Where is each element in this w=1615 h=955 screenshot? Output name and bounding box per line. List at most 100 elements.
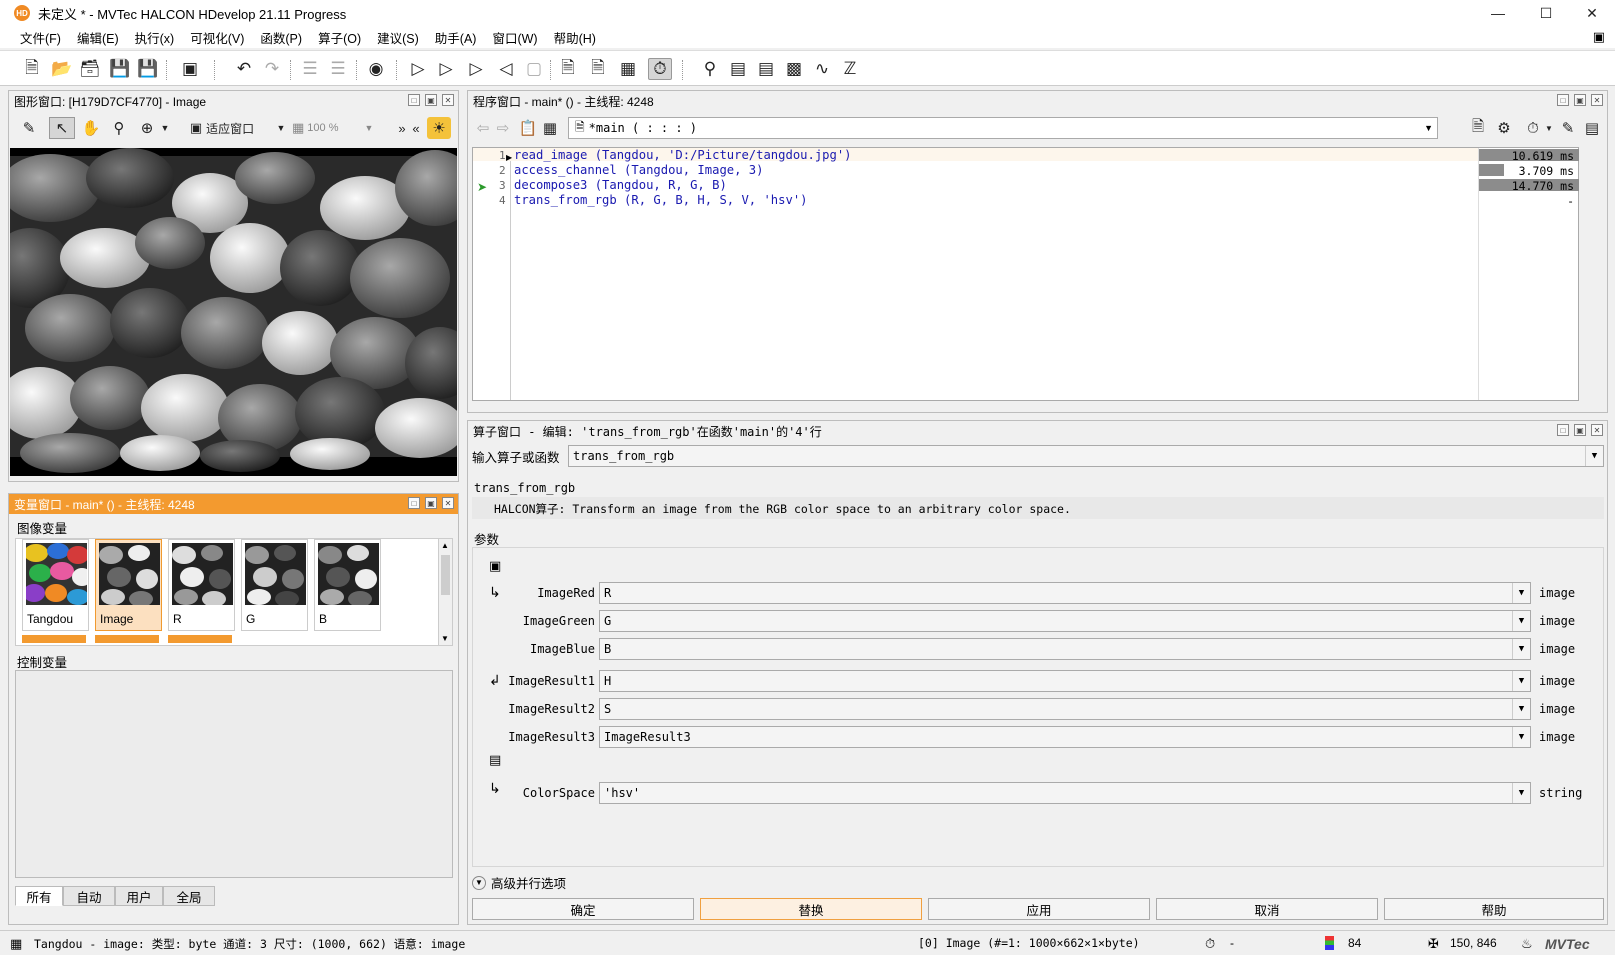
pin-icon[interactable]: ▣ [1593, 29, 1605, 45]
dropdown-icon[interactable]: ▼ [1512, 611, 1530, 631]
menu-operators[interactable]: 算子(O) [310, 28, 369, 47]
procedure-settings-icon[interactable]: ⚙ [1494, 117, 1514, 139]
open-example-icon[interactable]: 🗃 [78, 58, 102, 80]
step-over-icon[interactable]: ▷ [434, 58, 458, 80]
close-panel-icon[interactable]: ✕ [1591, 94, 1603, 106]
menu-visualize[interactable]: 可视化(V) [182, 28, 252, 47]
tab-all[interactable]: 所有 [15, 886, 63, 906]
line-profile-icon[interactable]: ∿ [810, 58, 834, 80]
control-variables-list[interactable] [15, 670, 453, 878]
reset-program-free-icon[interactable]: 🗎 [586, 58, 610, 80]
tab-user[interactable]: 用户 [115, 886, 163, 906]
float-icon[interactable]: □ [408, 497, 420, 509]
advanced-options-toggle[interactable]: ▼ 高级并行选项 [472, 873, 566, 892]
zoom-combo[interactable]: ▦ 100 % ▼ [292, 117, 392, 139]
step-into-icon[interactable]: ▷ [464, 58, 488, 80]
menu-edit[interactable]: 编辑(E) [69, 28, 127, 47]
thumb-tangdou[interactable]: Tangdou [22, 539, 89, 631]
procedure-export-icon[interactable]: 🗎 [1468, 117, 1488, 139]
forward-icon[interactable]: ⇨ [494, 117, 512, 139]
maximize-icon[interactable]: ☐ [1523, 0, 1569, 26]
help-button[interactable]: 帮助 [1384, 898, 1604, 920]
record-icon[interactable]: ▣ [178, 58, 202, 80]
save-all-icon[interactable]: 💾 [136, 58, 160, 80]
menu-file[interactable]: 文件(F) [12, 28, 69, 47]
maximize-panel-icon[interactable]: ▣ [425, 497, 437, 509]
code-line[interactable]: decompose3 (Tangdou, R, G, B) [514, 178, 727, 192]
tab-auto[interactable]: 自动 [63, 886, 115, 906]
thumb-image-var[interactable]: Image [95, 539, 162, 631]
menu-procedures[interactable]: 函数(P) [252, 28, 310, 47]
param-field-imageblue[interactable]: B ▼ [599, 638, 1531, 660]
move-hand-icon[interactable]: ✋ [79, 117, 103, 139]
float-icon[interactable]: □ [1557, 94, 1569, 106]
step-out-icon[interactable]: ◁ [494, 58, 518, 80]
tab-global[interactable]: 全局 [163, 886, 215, 906]
maximize-panel-icon[interactable]: ▣ [1574, 94, 1586, 106]
close-panel-icon[interactable]: ✕ [1591, 424, 1603, 436]
param-field-imagegreen[interactable]: G ▼ [599, 610, 1531, 632]
param-field-imageresult3[interactable]: ImageResult3 ▼ [599, 726, 1531, 748]
undo-icon[interactable]: ↶ [232, 58, 256, 80]
zoom-dropdown-icon[interactable]: ▼ [159, 117, 171, 139]
operator-input[interactable]: trans_from_rgb ▼ [568, 445, 1604, 467]
grid-icon[interactable]: ▦ [540, 117, 560, 139]
ok-button[interactable]: 确定 [472, 898, 694, 920]
gray-histogram-icon[interactable]: ▤ [726, 58, 750, 80]
param-field-imageresult1[interactable]: H ▼ [599, 670, 1531, 692]
profiler-dropdown-icon[interactable]: ▼ [1544, 117, 1554, 139]
menu-assistants[interactable]: 助手(A) [427, 28, 485, 47]
redo-icon[interactable]: ↷ [260, 58, 284, 80]
close-icon[interactable]: ✕ [1569, 0, 1615, 26]
param-field-imagered[interactable]: R ▼ [599, 582, 1531, 604]
dropdown-icon[interactable]: ▼ [1512, 699, 1530, 719]
dropdown-icon[interactable]: ▼ [1512, 727, 1530, 747]
code-line[interactable]: trans_from_rgb (R, G, B, H, S, V, 'hsv') [514, 193, 808, 207]
iconic-variables-list[interactable]: Tangdou Image R G B ▲ ▼ [15, 538, 453, 646]
menu-help[interactable]: 帮助(H) [546, 28, 604, 47]
stop-icon[interactable]: ▢ [522, 58, 546, 80]
fit-dropdown-icon[interactable]: ▼ [275, 117, 287, 139]
image-display[interactable] [10, 148, 457, 476]
zoom-window-icon[interactable]: ⚲ [698, 58, 722, 80]
iconic-scrollbar[interactable]: ▲ ▼ [438, 539, 452, 645]
zoom-in-icon[interactable]: ⊕ [135, 117, 159, 139]
activate-icon[interactable]: ▦ [616, 58, 640, 80]
float-icon[interactable]: □ [1557, 424, 1569, 436]
scroll-down-icon[interactable]: ▼ [441, 634, 449, 643]
menu-suggestions[interactable]: 建议(S) [369, 28, 427, 47]
reset-program-icon[interactable]: 🗎 [556, 58, 580, 80]
code-line[interactable]: read_image (Tangdou, 'D:/Picture/tangdou… [514, 148, 852, 162]
feature-histogram-icon[interactable]: ▤ [754, 58, 778, 80]
pointer-icon[interactable]: ↖ [49, 117, 75, 139]
feature-inspection-icon[interactable]: ▩ [782, 58, 806, 80]
minimize-icon[interactable]: — [1475, 0, 1521, 26]
uncomment-icon[interactable]: ☰ [326, 58, 350, 80]
find-icon[interactable]: ◉ [364, 58, 388, 80]
thumb-r[interactable]: R [168, 539, 235, 631]
run-icon[interactable]: ▷ [406, 58, 430, 80]
fit-window-button[interactable]: ▣ 适应窗口 [177, 117, 267, 139]
dropdown-icon[interactable]: ▼ [1512, 639, 1530, 659]
expand-icon[interactable]: » [395, 117, 409, 139]
cancel-button[interactable]: 取消 [1156, 898, 1378, 920]
code-editor[interactable]: ▶ ➤ 1 2 3 4 read_image (Tangdou, 'D:/Pic… [472, 147, 1579, 401]
collapse-icon[interactable]: « [409, 117, 423, 139]
apply-button[interactable]: 应用 [928, 898, 1150, 920]
close-panel-icon[interactable]: ✕ [442, 497, 454, 509]
zoom-icon[interactable]: ⚲ [107, 117, 131, 139]
menu-execute[interactable]: 执行(x) [127, 28, 183, 47]
param-field-imageresult2[interactable]: S ▼ [599, 698, 1531, 720]
clipboard-icon[interactable]: 📋 [518, 117, 538, 139]
maximize-panel-icon[interactable]: ▣ [425, 94, 437, 106]
scroll-up-icon[interactable]: ▲ [441, 541, 449, 550]
profiler-icon[interactable]: ⏱ [648, 58, 672, 80]
replace-button[interactable]: 替换 [700, 898, 922, 920]
new-file-icon[interactable]: 🗎 [20, 58, 44, 80]
profiler-toggle-icon[interactable]: ⏱ [1522, 117, 1544, 139]
dropdown-icon[interactable]: ▼ [1512, 783, 1530, 803]
float-icon[interactable]: □ [408, 94, 420, 106]
profiler-table-icon[interactable]: ▤ [1582, 117, 1602, 139]
code-line[interactable]: access_channel (Tangdou, Image, 3) [514, 163, 763, 177]
ocr-icon[interactable]: ℤ [838, 58, 862, 80]
